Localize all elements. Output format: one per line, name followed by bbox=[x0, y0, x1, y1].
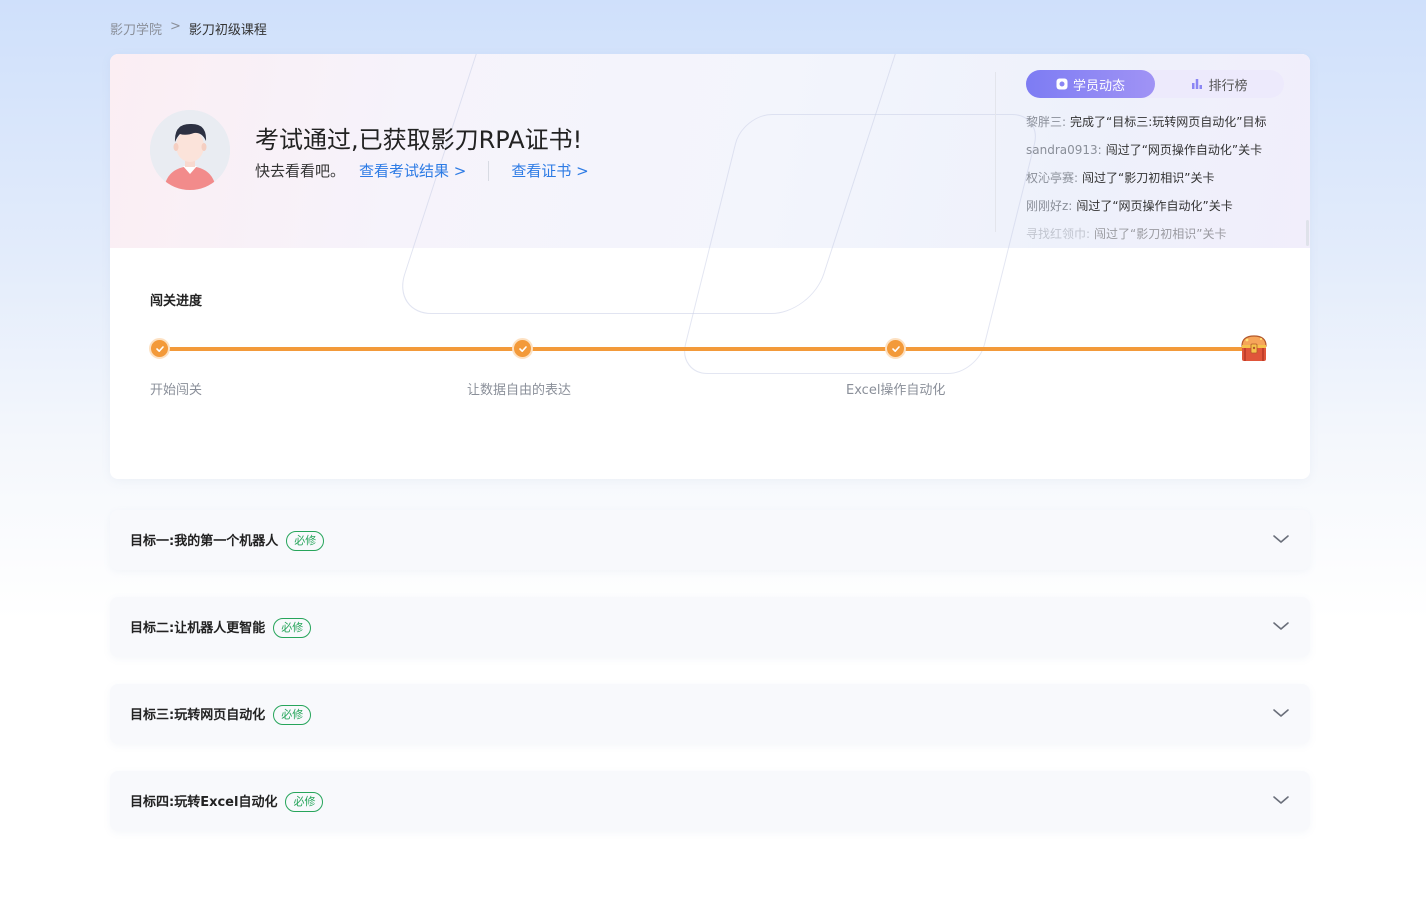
chevron-down-icon[interactable] bbox=[1272, 704, 1290, 722]
chevron-down-icon[interactable] bbox=[1272, 530, 1290, 548]
goal-section-4[interactable]: 目标四:玩转Excel自动化 必修 bbox=[110, 771, 1310, 831]
feed-user: 权沁亭赛: bbox=[1026, 171, 1079, 185]
stage-node-complete bbox=[885, 338, 906, 359]
chevron-down-icon[interactable] bbox=[1272, 791, 1290, 809]
goal-title: 目标四:玩转Excel自动化 必修 bbox=[130, 791, 324, 812]
certificate-status-title: 考试通过,已获取影刀RPA证书! bbox=[255, 126, 583, 154]
hero-hint: 快去看看吧。 bbox=[255, 162, 346, 180]
chevron-down-icon[interactable] bbox=[1272, 617, 1290, 635]
banner-decoration bbox=[677, 114, 1043, 374]
breadcrumb-root-link[interactable]: 影刀学院 bbox=[110, 19, 162, 38]
goal-title-text: 目标一:我的第一个机器人 bbox=[130, 534, 279, 549]
required-badge: 必修 bbox=[285, 792, 324, 812]
avatar bbox=[150, 110, 230, 190]
feed-user: 黎胖三: bbox=[1026, 115, 1067, 129]
check-icon bbox=[155, 345, 164, 352]
required-badge: 必修 bbox=[286, 531, 325, 551]
goal-title: 目标一:我的第一个机器人 必修 bbox=[130, 530, 325, 551]
tab-label: 学员动态 bbox=[1072, 78, 1125, 94]
activity-feed-list[interactable]: 黎胖三: 完成了“目标三:玩转网页自动化”目标 sandra0913: 闯过了“网页… bbox=[1026, 112, 1296, 246]
required-badge: 必修 bbox=[273, 705, 312, 725]
feed-item: sandra0913: 闯过了“网页操作自动化”关卡 bbox=[1026, 140, 1296, 168]
goal-title-text: 目标三:玩转网页自动化 bbox=[130, 708, 266, 723]
stage-node-complete bbox=[149, 338, 170, 359]
view-exam-result-link[interactable]: 查看考试结果 > bbox=[359, 160, 466, 181]
goal-title: 目标二:让机器人更智能 必修 bbox=[130, 617, 312, 638]
feed-text: 闯过了“影刀初相识”关卡 bbox=[1094, 227, 1227, 241]
user-avatar-icon bbox=[150, 110, 230, 190]
feed-item: 黎胖三: 完成了“目标三:玩转网页自动化”目标 bbox=[1026, 112, 1296, 140]
feed-divider bbox=[995, 72, 996, 232]
hero-banner: 考试通过,已获取影刀RPA证书! 快去看看吧。 查看考试结果 > 查看证书 > … bbox=[110, 54, 1310, 374]
goal-title-text: 目标四:玩转Excel自动化 bbox=[130, 795, 278, 810]
feed-text: 完成了“目标三:玩转网页自动化”目标 bbox=[1070, 115, 1267, 129]
check-icon bbox=[891, 345, 900, 352]
stage-label: 让数据自由的表达 bbox=[467, 383, 572, 398]
treasure-chest-icon[interactable] bbox=[1237, 331, 1271, 365]
activity-icon bbox=[1056, 78, 1068, 90]
feed-text: 闯过了“影刀初相识”关卡 bbox=[1082, 171, 1215, 185]
bar-chart-icon bbox=[1192, 79, 1203, 89]
feed-user: 刚刚好z: bbox=[1026, 199, 1073, 213]
feed-text: 闯过了“网页操作自动化”关卡 bbox=[1076, 199, 1233, 213]
check-icon bbox=[518, 345, 527, 352]
feed-item: 寻找红领巾: 闯过了“影刀初相识”关卡 bbox=[1026, 224, 1296, 246]
view-certificate-link[interactable]: 查看证书 > bbox=[511, 160, 588, 181]
goal-title-text: 目标二:让机器人更智能 bbox=[130, 621, 266, 636]
breadcrumb: 影刀学院 > 影刀初级课程 bbox=[110, 19, 267, 38]
goal-section-2[interactable]: 目标二:让机器人更智能 必修 bbox=[110, 597, 1310, 657]
goal-section-1[interactable]: 目标一:我的第一个机器人 必修 bbox=[110, 510, 1310, 570]
feed-scrollbar[interactable] bbox=[1306, 220, 1309, 246]
link-divider bbox=[488, 160, 490, 181]
required-badge: 必修 bbox=[273, 618, 312, 638]
feed-user: sandra0913: bbox=[1026, 143, 1102, 157]
feed-tab-bar: 学员动态 排行榜 bbox=[1026, 70, 1284, 98]
feed-text: 闯过了“网页操作自动化”关卡 bbox=[1105, 143, 1263, 157]
feed-item: 刚刚好z: 闯过了“网页操作自动化”关卡 bbox=[1026, 196, 1296, 224]
goal-title: 目标三:玩转网页自动化 必修 bbox=[130, 704, 312, 725]
stage-node-complete bbox=[512, 338, 533, 359]
feed-item: 权沁亭赛: 闯过了“影刀初相识”关卡 bbox=[1026, 168, 1296, 196]
breadcrumb-current: 影刀初级课程 bbox=[188, 23, 267, 38]
breadcrumb-separator: > bbox=[170, 19, 181, 34]
stage-label: 开始闯关 bbox=[150, 383, 203, 398]
goal-section-3[interactable]: 目标三:玩转网页自动化 必修 bbox=[110, 684, 1310, 744]
feed-user: 寻找红领巾: bbox=[1026, 227, 1091, 241]
stage-label: Excel操作自动化 bbox=[846, 383, 946, 398]
progress-track bbox=[160, 347, 1255, 351]
progress-title: 闯关进度 bbox=[150, 294, 203, 309]
tab-leaderboard[interactable]: 排行榜 bbox=[1155, 70, 1284, 98]
tab-student-activity[interactable]: 学员动态 bbox=[1026, 70, 1155, 98]
hero-actions: 快去看看吧。 查看考试结果 > 查看证书 > bbox=[255, 160, 589, 181]
course-overview-card: 考试通过,已获取影刀RPA证书! 快去看看吧。 查看考试结果 > 查看证书 > … bbox=[110, 54, 1310, 479]
tab-label: 排行榜 bbox=[1208, 78, 1248, 94]
